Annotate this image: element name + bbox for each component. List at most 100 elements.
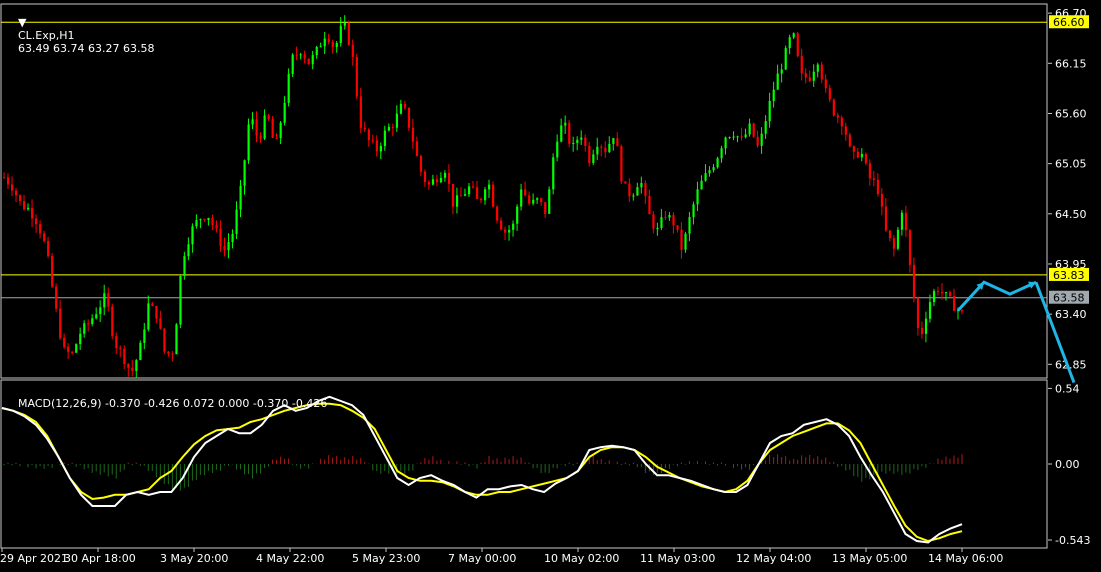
candle-body	[824, 79, 827, 89]
candle-body	[548, 189, 551, 214]
candle-body	[708, 170, 711, 174]
candle-body	[271, 119, 274, 138]
candle-body	[199, 219, 202, 221]
candle-body	[812, 71, 815, 81]
candle-body	[99, 307, 102, 315]
time-axis-label: 11 May 03:00	[640, 552, 715, 565]
candle-body	[592, 154, 595, 164]
candle-body	[427, 182, 431, 185]
candle-body	[876, 179, 880, 195]
chart-window[interactable]: 66.70 66.15 65.60 65.05 64.50 63.95 63.40 62.85…	[0, 0, 1101, 568]
level-tag-label-last: 63.58	[1053, 292, 1085, 305]
time-axis-label: 13 May 05:00	[832, 552, 907, 565]
candle-body	[816, 64, 819, 72]
candle-body	[63, 337, 66, 347]
time-axis-label: 5 May 23:00	[352, 552, 420, 565]
candle-body	[327, 38, 330, 42]
candle-body	[395, 113, 399, 128]
price-axis-label: 64.50	[1055, 208, 1087, 221]
candle-body	[307, 58, 310, 65]
candle-body	[107, 293, 110, 307]
candle-body	[179, 275, 182, 325]
candle-body	[335, 43, 338, 48]
candle-body	[792, 33, 795, 38]
candle-body	[696, 189, 699, 205]
candle-body	[648, 196, 651, 215]
candle-body	[175, 324, 178, 355]
candle-body	[455, 195, 459, 207]
candle-body	[596, 146, 599, 155]
collapse-triangle-icon[interactable]: ▼	[18, 16, 26, 29]
candle-body	[632, 195, 635, 197]
candle-body	[267, 115, 270, 120]
candle-body	[319, 46, 322, 48]
candle-body	[896, 229, 900, 249]
candle-body	[700, 180, 703, 190]
candle-body	[772, 89, 775, 101]
candle-body	[167, 351, 170, 354]
chart-canvas[interactable]: 66.7066.1565.6065.0564.5063.9563.4062.85…	[0, 0, 1101, 568]
macd-header: MACD(12,26,9) -0.370 -0.426 0.072 0.000 …	[4, 384, 327, 423]
time-axis-label: 10 May 02:00	[544, 552, 619, 565]
candle-body	[471, 186, 475, 188]
candle-body	[343, 22, 346, 26]
candle-body	[399, 103, 403, 114]
candle-body	[95, 314, 98, 319]
candle-body	[564, 122, 567, 126]
candle-body	[496, 206, 499, 221]
candle-body	[355, 56, 358, 97]
candle-body	[528, 195, 531, 204]
candle-body	[688, 217, 691, 234]
candle-body	[608, 143, 611, 153]
candle-body	[484, 189, 487, 201]
candle-body	[644, 183, 647, 197]
candle-body	[283, 102, 286, 123]
candle-body	[87, 323, 90, 325]
candle-body	[732, 136, 735, 138]
candle-body	[39, 224, 42, 234]
candle-body	[151, 303, 154, 306]
candle-body	[459, 195, 463, 197]
candle-body	[552, 157, 555, 190]
candle-body	[315, 46, 318, 56]
candle-body	[488, 184, 491, 190]
candle-body	[676, 225, 679, 230]
candle-body	[684, 233, 687, 250]
candle-body	[223, 245, 226, 251]
candle-body	[524, 189, 527, 196]
candle-body	[864, 154, 867, 164]
candle-body	[299, 54, 302, 56]
candle-body	[351, 44, 354, 57]
candle-body	[908, 230, 912, 265]
candle-body	[3, 177, 6, 179]
candle-body	[419, 155, 423, 172]
candle-body	[119, 347, 122, 349]
macd-label: MACD(12,26,9) -0.370 -0.426 0.072 0.000 …	[18, 397, 328, 410]
candle-body	[504, 229, 507, 233]
candle-body	[728, 137, 731, 139]
candle-body	[131, 367, 134, 371]
candle-body	[255, 119, 258, 136]
candle-body	[303, 54, 306, 59]
candle-body	[516, 206, 519, 224]
candle-body	[680, 229, 683, 250]
macd-axis-label: 0.00	[1055, 458, 1080, 471]
candle-body	[347, 22, 350, 45]
candle-body	[532, 199, 535, 204]
candle-body	[219, 228, 222, 246]
candle-body	[91, 318, 94, 324]
candle-body	[880, 194, 884, 207]
time-axis-label: 3 May 20:00	[160, 552, 228, 565]
candle-body	[856, 151, 859, 158]
candle-body	[764, 121, 767, 134]
candle-body	[323, 38, 326, 47]
candle-body	[600, 146, 603, 148]
time-axis-label: 4 May 22:00	[256, 552, 324, 565]
candle-body	[51, 255, 54, 287]
candle-body	[928, 302, 932, 319]
candle-body	[616, 138, 619, 147]
candle-body	[163, 328, 166, 352]
candle-body	[624, 181, 627, 184]
candle-body	[23, 200, 26, 210]
candle-body	[620, 146, 623, 182]
